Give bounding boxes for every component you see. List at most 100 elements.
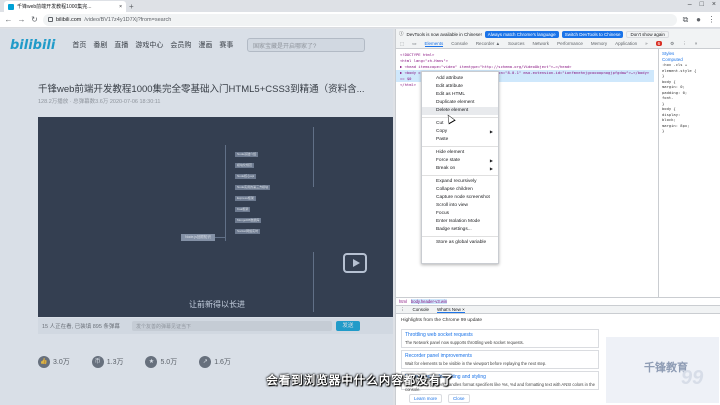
dont-show-button[interactable]: Don't show again (626, 30, 669, 38)
context-menu-item-edit-as-html[interactable]: Edit as HTML (422, 91, 498, 99)
tab-memory[interactable]: Memory (591, 41, 607, 46)
context-menu-item-paste[interactable]: Paste (422, 136, 498, 144)
context-menu-item-break-on[interactable]: Break on ▶ (422, 165, 498, 173)
mind-edge (313, 252, 314, 312)
context-menu-item-expand-recursively[interactable]: Expand recursively (422, 178, 498, 186)
mind-node: MongoDB数据库 (235, 218, 262, 223)
item-title: Recorder panel improvements (405, 353, 472, 359)
like-button[interactable]: 👍 3.0万 (38, 356, 70, 368)
drawer-menu-icon[interactable]: ⋮ (400, 307, 405, 313)
close-devtools-icon[interactable]: × (695, 41, 698, 46)
nav-mall[interactable]: 会员购 (170, 40, 191, 50)
coin-button[interactable]: 币 1.3万 (91, 356, 123, 368)
nav-manga[interactable]: 漫画 (198, 40, 212, 50)
switch-chinese-button[interactable]: Switch DevTools to Chinese (561, 30, 624, 38)
menu-item-label: Collapse children (436, 187, 473, 192)
nav-match[interactable]: 赛事 (219, 40, 233, 50)
share-button[interactable]: ↗ 1.6万 (199, 356, 231, 368)
context-menu-item-delete-element[interactable]: Delete element (422, 107, 498, 115)
breadcrumb-body[interactable]: body.header-v3.win (410, 299, 448, 304)
whats-new-item[interactable]: Throttling web socket requests The Netwo… (401, 329, 599, 348)
lock-icon[interactable] (48, 17, 53, 22)
menu-icon[interactable]: ⋮ (707, 15, 716, 24)
close-window-icon[interactable]: × (712, 1, 716, 8)
context-menu-item-enter-isolation-mode[interactable]: Enter Isolation Mode (422, 218, 498, 226)
styles-pane[interactable]: Styles Computed :hov .cls + element.styl… (658, 49, 720, 297)
context-menu-item-collapse-children[interactable]: Collapse children (422, 186, 498, 194)
site-search-input[interactable]: 国家宝藏是开启哪家了? (247, 38, 365, 52)
mind-edge (225, 145, 226, 241)
context-menu-item-scroll-into-view[interactable]: Scroll into view (422, 202, 498, 210)
menu-item-label: Scroll into view (436, 203, 468, 208)
promo-banner[interactable]: 千锋教育 99 (606, 337, 719, 403)
error-count-badge[interactable]: 6 (655, 41, 663, 46)
context-menu-item-duplicate-element[interactable]: Duplicate element (422, 99, 498, 107)
context-menu-item-force-state[interactable]: Force state ▶ (422, 157, 498, 165)
tab-console[interactable]: Console (451, 41, 468, 46)
context-menu-item-focus[interactable]: Focus (422, 210, 498, 218)
tab-network[interactable]: Network (533, 41, 550, 46)
device-toolbar-icon[interactable]: ▭ (412, 41, 416, 47)
reload-icon[interactable]: ↻ (30, 15, 39, 24)
maximize-icon[interactable]: □ (700, 1, 704, 8)
learn-more-button[interactable]: Learn more (409, 394, 443, 403)
close-whats-new-button[interactable]: Close (448, 394, 470, 403)
close-tab-icon[interactable]: × (119, 4, 122, 10)
submenu-arrow-icon: ▶ (489, 158, 493, 163)
tab-performance[interactable]: Performance (557, 41, 583, 46)
whats-new-item[interactable]: Recorder panel improvements Wait for ele… (401, 350, 599, 369)
video-title: 千锋web前端开发教程1000集完全零基础入门HTML5+CSS3到精通（资料含… (38, 84, 365, 95)
favorite-button[interactable]: ★ 5.0万 (145, 356, 177, 368)
new-tab-button[interactable]: + (129, 2, 134, 11)
minimize-icon[interactable]: – (688, 1, 692, 8)
context-menu-item-edit-attribute[interactable]: Edit attribute (422, 83, 498, 91)
devtools-menu-icon[interactable]: ⋮ (682, 41, 687, 47)
profile-icon[interactable]: ● (694, 15, 703, 24)
menu-item-label: Add attribute (436, 76, 464, 81)
inspect-icon[interactable]: ⬚ (400, 41, 404, 47)
more-tabs-icon[interactable]: » (645, 41, 648, 46)
forward-icon[interactable]: → (17, 15, 26, 24)
drawer-tab-whats-new[interactable]: What's New × (437, 307, 465, 313)
danmaku-input[interactable]: 发个友善的弹幕见证当下 (131, 321, 332, 331)
context-menu-item-badge-settings[interactable]: Badge settings... (422, 226, 498, 234)
address-toolbar: ← → ↻ bilibili.com/video/BV17z4y1D7Xj?fr… (0, 12, 720, 28)
context-menu-item-hide-element[interactable]: Hide element (422, 149, 498, 157)
menu-item-label: Capture node screenshot (436, 195, 490, 200)
like-icon: 👍 (38, 356, 50, 368)
nav-home[interactable]: 首页 (72, 40, 86, 50)
menu-item-label: Enter Isolation Mode (436, 219, 480, 224)
tv-play-icon[interactable] (343, 253, 367, 273)
breadcrumb-html[interactable]: html (399, 299, 407, 304)
nav-live[interactable]: 直播 (114, 40, 128, 50)
address-bar[interactable]: bilibili.com/video/BV17z4y1D7Xj?from=sea… (43, 13, 677, 26)
url-host: bilibili.com (56, 16, 82, 23)
context-menu-item-add-attribute[interactable]: Add attribute (422, 75, 498, 83)
context-menu: Add attribute Edit attribute Edit as HTML D… (421, 71, 499, 264)
tab-sources[interactable]: Sources (508, 41, 525, 46)
mind-node: Koa框架 (235, 207, 251, 212)
settings-gear-icon[interactable]: ⚙ (670, 41, 674, 47)
nav-anime[interactable]: 番剧 (93, 40, 107, 50)
menu-item-label: Delete element (436, 108, 469, 113)
mind-node: Socket网络实时 (235, 229, 261, 234)
nav-games[interactable]: 游戏中心 (135, 40, 163, 50)
tab-application[interactable]: Application (615, 41, 637, 46)
browser-tab[interactable]: 千锋web前端开发教程1000集完... × (4, 1, 126, 12)
video-player[interactable]: Node.js回顾知识 Node基础介绍 模块化规范 Node核心api Nod… (38, 117, 393, 317)
context-menu-item-copy[interactable]: Copy ▶ (422, 128, 498, 136)
drawer-tab-console[interactable]: Console (413, 307, 430, 312)
tab-elements[interactable]: Elements (424, 41, 444, 47)
context-menu-item-cut[interactable]: Cut (422, 120, 498, 128)
extensions-icon[interactable]: ⧉ (681, 15, 690, 25)
context-menu-item-capture-node-screenshot[interactable]: Capture node screenshot (422, 194, 498, 202)
bilibili-favicon-icon (8, 3, 14, 10)
match-language-button[interactable]: Always match Chrome's language (484, 30, 559, 38)
tab-recorder[interactable]: Recorder ▲ (476, 41, 500, 46)
item-desc: Wait for elements to be visible in the v… (405, 361, 547, 366)
context-menu-item-store-as-global-variable[interactable]: Store as global variable (422, 239, 498, 247)
back-icon[interactable]: ← (4, 15, 13, 24)
danmaku-send-button[interactable]: 发送 (335, 321, 360, 331)
bilibili-logo[interactable]: bilibili (10, 38, 55, 53)
star-icon: ★ (145, 356, 158, 368)
